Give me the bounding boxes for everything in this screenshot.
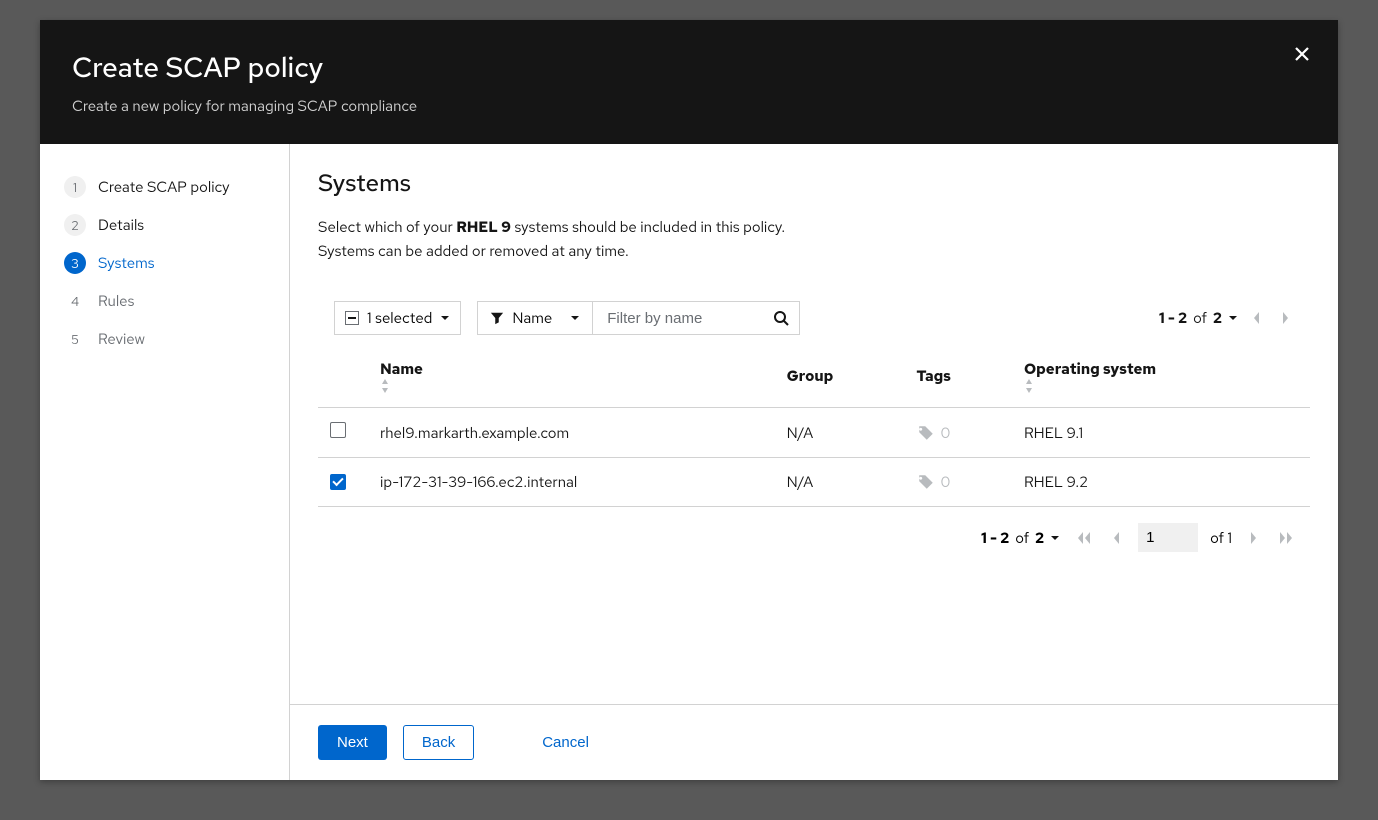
chevron-right-icon: [1248, 531, 1258, 545]
cell-os: RHEL 9.1: [1012, 408, 1310, 458]
page-description: Select which of your RHEL 9 systems shou…: [318, 215, 1310, 263]
chevron-left-icon: [1112, 531, 1122, 545]
create-scap-policy-modal: Create SCAP policy Create a new policy f…: [40, 20, 1338, 780]
first-page-button: [1072, 527, 1096, 549]
selected-count-label: 1 selected: [367, 308, 432, 328]
filter-input-wrap: [593, 301, 800, 335]
wizard-step-systems[interactable]: 3 Systems: [48, 244, 281, 282]
row-checkbox[interactable]: [330, 474, 346, 490]
wizard-step-rules[interactable]: 4 Rules: [48, 282, 281, 320]
tag-icon: [917, 473, 935, 491]
page-number-input[interactable]: [1138, 523, 1198, 552]
double-chevron-right-icon: [1278, 531, 1294, 545]
tag-icon: [917, 424, 935, 442]
wizard-step-details[interactable]: 2 Details: [48, 206, 281, 244]
cell-tags: 0: [905, 458, 1012, 507]
next-button[interactable]: Next: [318, 725, 387, 760]
cell-name: rhel9.markarth.example.com: [368, 408, 775, 458]
cell-os: RHEL 9.2: [1012, 458, 1310, 507]
step-label: Create SCAP policy: [98, 177, 230, 197]
step-label: Details: [98, 215, 144, 235]
caret-down-icon: [1050, 533, 1060, 543]
wizard-footer: Next Back Cancel: [290, 704, 1338, 780]
modal-subtitle: Create a new policy for managing SCAP co…: [72, 96, 1306, 116]
toolbar: 1 selected Name: [318, 291, 1310, 345]
col-group: Group: [775, 345, 905, 408]
modal-body: 1 Create SCAP policy 2 Details 3 Systems…: [40, 144, 1338, 780]
modal-title: Create SCAP policy: [72, 48, 1306, 86]
next-page-button: [1276, 307, 1294, 329]
table-row: rhel9.markarth.example.com N/A 0 RHEL 9.…: [318, 408, 1310, 458]
chevron-left-icon: [1252, 311, 1262, 325]
caret-down-icon: [570, 313, 580, 323]
step-label: Systems: [98, 253, 155, 273]
double-chevron-left-icon: [1076, 531, 1092, 545]
pagination-bottom: 1 - 2 of 2 of 1: [318, 507, 1310, 568]
prev-page-button: [1248, 307, 1266, 329]
step-number: 4: [64, 290, 86, 312]
sort-icon: [380, 379, 763, 393]
next-page-button-bottom: [1244, 527, 1262, 549]
col-tags: Tags: [905, 345, 1012, 408]
page-title: Systems: [318, 168, 1310, 199]
filter-attr-label: Name: [512, 308, 552, 328]
modal-header: Create SCAP policy Create a new policy f…: [40, 20, 1338, 144]
caret-down-icon: [1228, 313, 1238, 323]
sort-icon: [1024, 379, 1298, 393]
close-icon: [1293, 45, 1311, 63]
page-of-label: of 1: [1210, 528, 1232, 548]
bulk-select-dropdown[interactable]: 1 selected: [334, 301, 461, 335]
step-number: 2: [64, 214, 86, 236]
cell-tags: 0: [905, 408, 1012, 458]
pagination-top: 1 - 2 of 2: [1159, 307, 1294, 329]
checkbox-mixed-icon: [345, 311, 359, 325]
chevron-right-icon: [1280, 311, 1290, 325]
step-label: Review: [98, 329, 145, 349]
caret-down-icon: [440, 313, 450, 323]
filter-icon: [490, 311, 504, 325]
step-number: 1: [64, 176, 86, 198]
table-row: ip-172-31-39-166.ec2.internal N/A 0 RHEL…: [318, 458, 1310, 507]
cell-name: ip-172-31-39-166.ec2.internal: [368, 458, 775, 507]
col-name[interactable]: Name: [368, 345, 775, 408]
filter-attribute-dropdown[interactable]: Name: [477, 301, 593, 335]
main-panel: Systems Select which of your RHEL 9 syst…: [290, 144, 1338, 780]
cell-group: N/A: [775, 408, 905, 458]
col-os[interactable]: Operating system: [1012, 345, 1310, 408]
cell-group: N/A: [775, 458, 905, 507]
close-button[interactable]: [1290, 42, 1314, 66]
prev-page-button-bottom: [1108, 527, 1126, 549]
filter-by-name-input[interactable]: [603, 304, 773, 333]
content: Systems Select which of your RHEL 9 syst…: [290, 144, 1338, 704]
row-checkbox[interactable]: [330, 422, 346, 438]
step-label: Rules: [98, 291, 134, 311]
last-page-button: [1274, 527, 1298, 549]
search-icon[interactable]: [773, 310, 789, 326]
cancel-button[interactable]: Cancel: [530, 726, 601, 759]
systems-table: Name Group Tags Operating system: [318, 345, 1310, 507]
filter-group: Name: [477, 301, 800, 335]
pagination-options[interactable]: 1 - 2 of 2: [1159, 308, 1238, 328]
step-number: 3: [64, 252, 86, 274]
pagination-options-bottom[interactable]: 1 - 2 of 2: [981, 528, 1060, 548]
back-button[interactable]: Back: [403, 725, 474, 760]
wizard-nav: 1 Create SCAP policy 2 Details 3 Systems…: [40, 144, 290, 780]
wizard-step-review[interactable]: 5 Review: [48, 320, 281, 358]
step-number: 5: [64, 328, 86, 350]
wizard-step-create[interactable]: 1 Create SCAP policy: [48, 168, 281, 206]
